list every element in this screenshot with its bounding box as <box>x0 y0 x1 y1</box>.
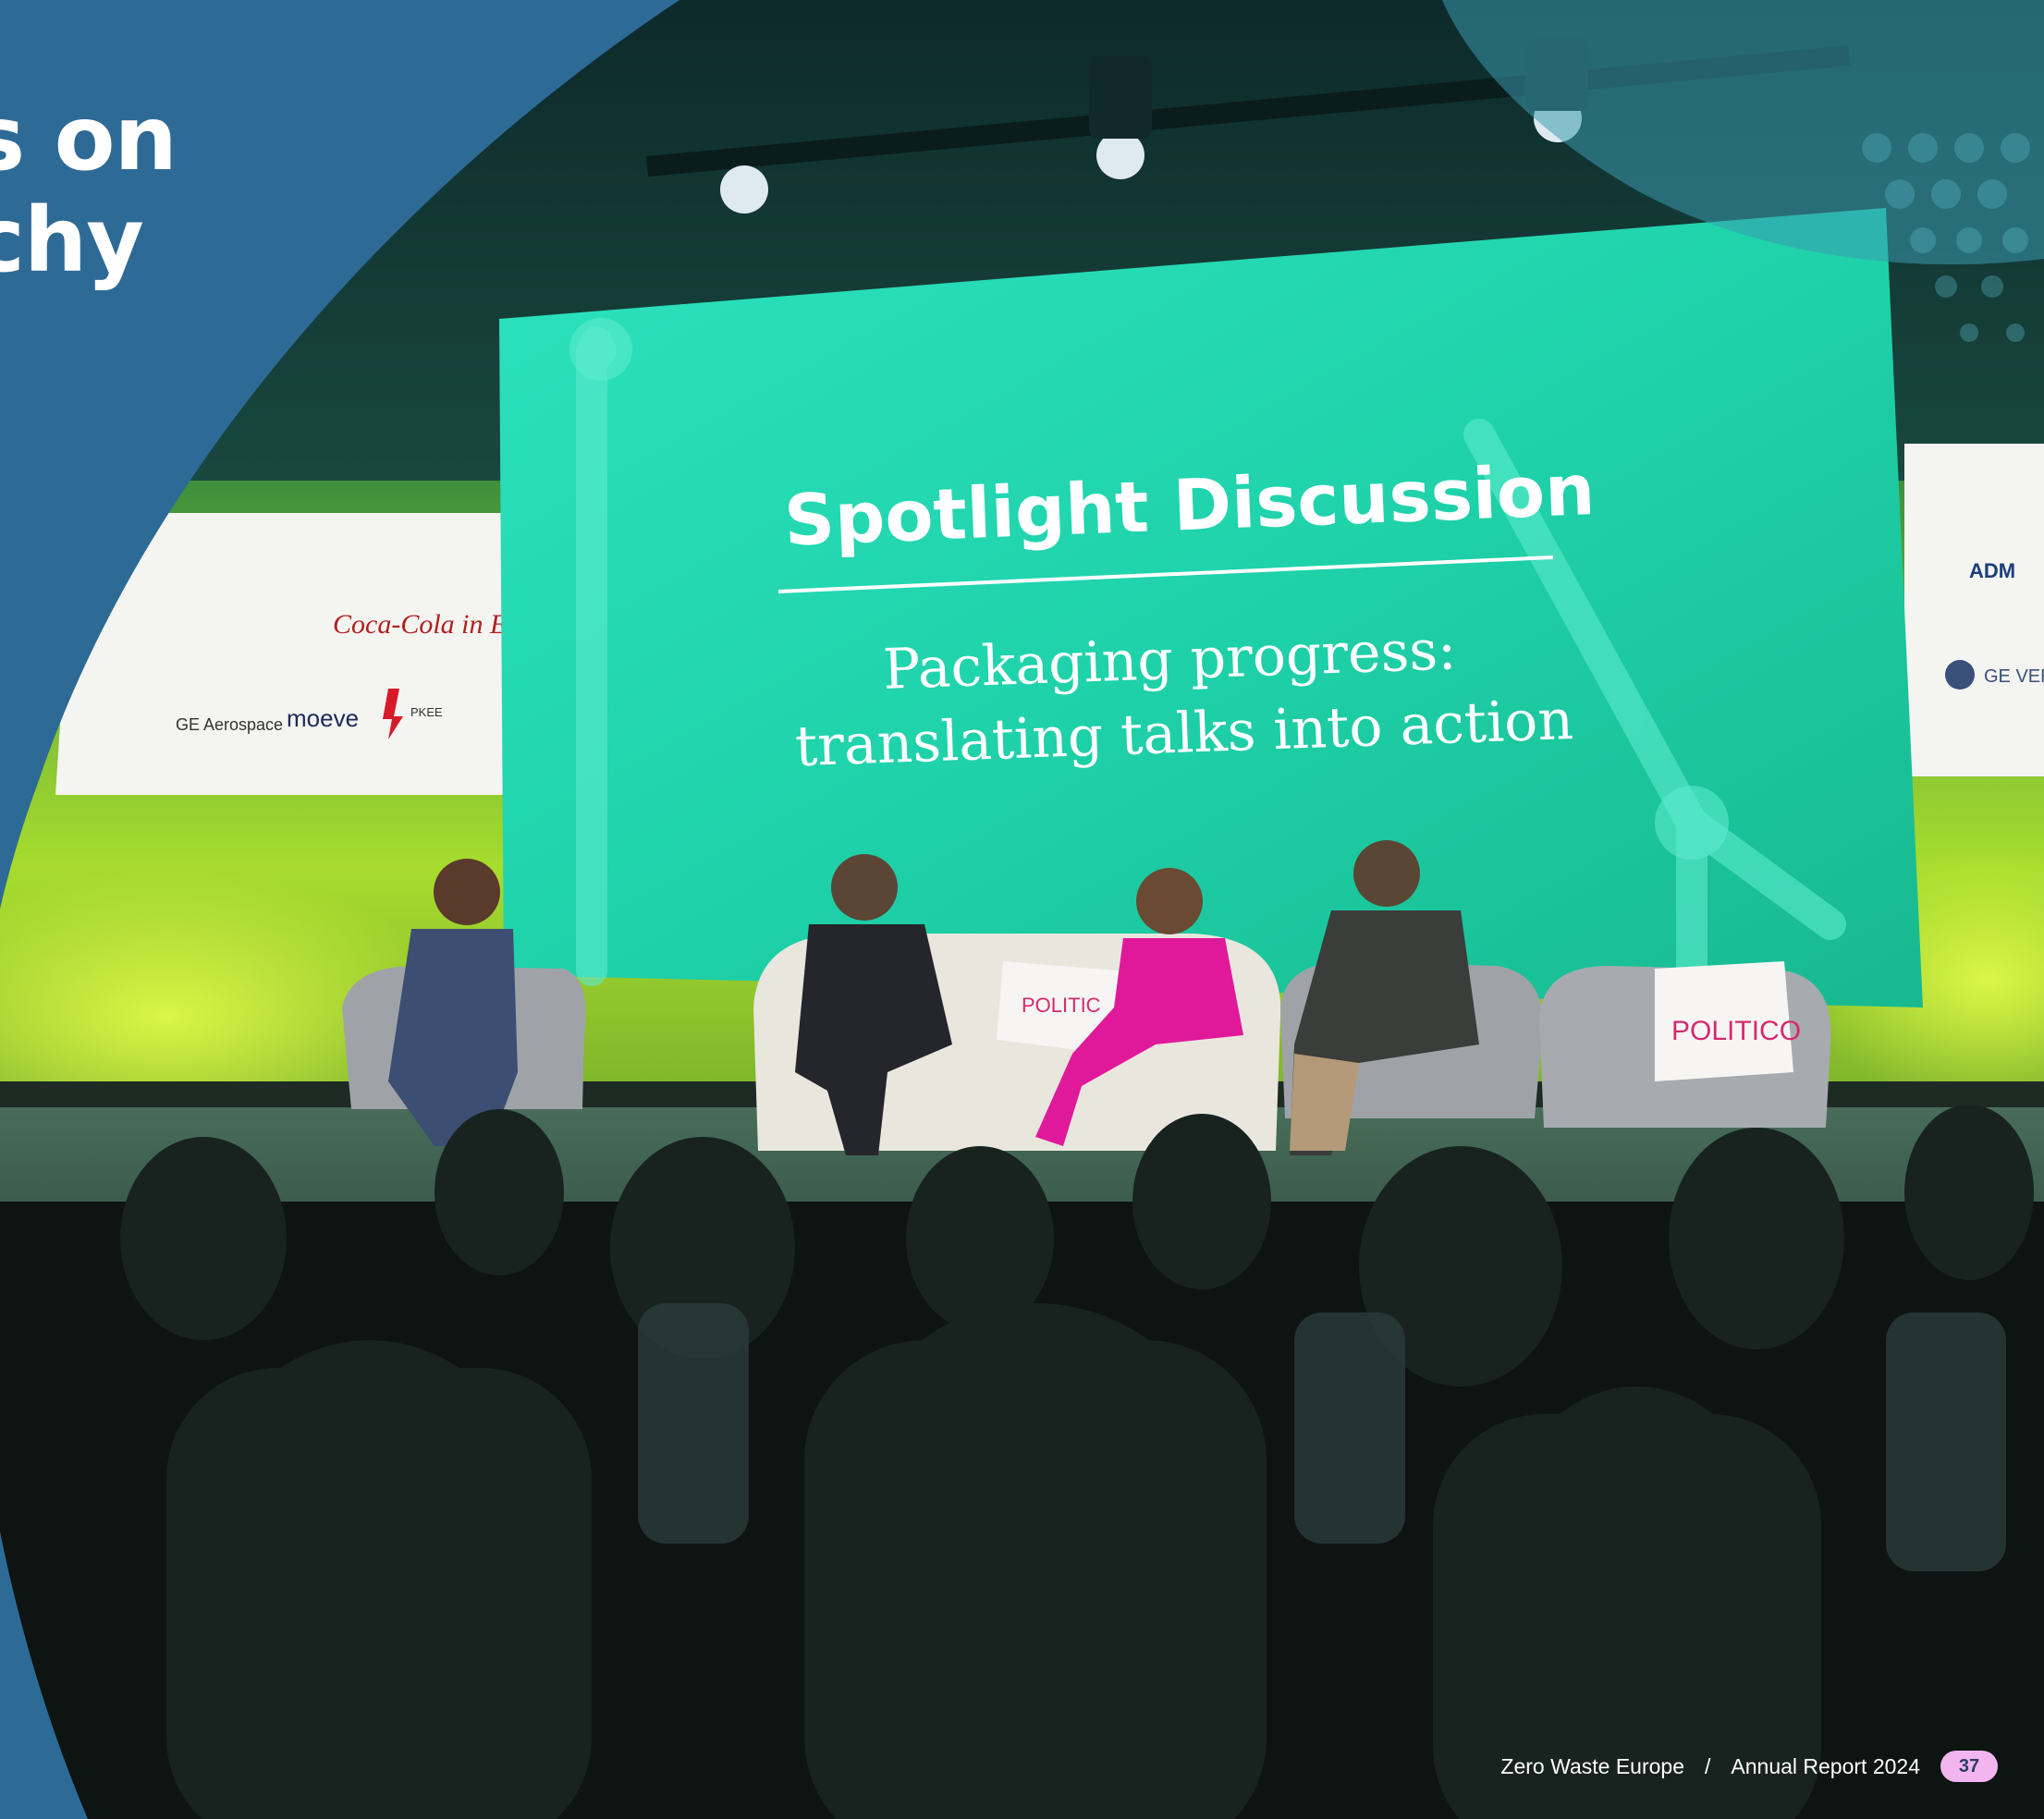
page-footer: Zero Waste Europe / Annual Report 2024 3… <box>1500 1751 1998 1782</box>
footer-separator: / <box>1705 1753 1711 1778</box>
ge-logo-icon <box>1945 660 1975 690</box>
cushion-text-right: POLITICO <box>1671 1016 1801 1046</box>
page-number-badge: 37 <box>1940 1751 1998 1782</box>
cushion-text-left: POLITIC <box>1022 994 1101 1017</box>
event-photo: Coca-Cola in Europe GE Aerospace moeve P… <box>0 0 2044 1819</box>
logo-moeve: moeve <box>287 704 359 732</box>
panelist-1-head <box>434 859 500 925</box>
footer-report: Annual Report 2024 <box>1731 1753 1920 1778</box>
report-page: s on chy <box>0 0 2044 1819</box>
turbine-hub-icon <box>569 318 632 381</box>
logo-ge-vernova: GE VER <box>1984 666 2044 687</box>
projection-screen <box>499 208 1923 1007</box>
sponsor-wall-left <box>55 513 504 795</box>
sponsor-wall-right <box>1904 444 2044 776</box>
logo-ge-aerospace: GE Aerospace <box>176 715 283 734</box>
panelist-4-head <box>1353 840 1420 907</box>
footer-org: Zero Waste Europe <box>1500 1753 1684 1778</box>
panelist-2-head <box>831 854 898 921</box>
logo-adm: ADM <box>1969 559 2015 582</box>
logo-pkee: PKEE <box>410 705 443 719</box>
turbine-hub-icon <box>1655 786 1729 860</box>
panelist-3-head <box>1136 868 1203 934</box>
